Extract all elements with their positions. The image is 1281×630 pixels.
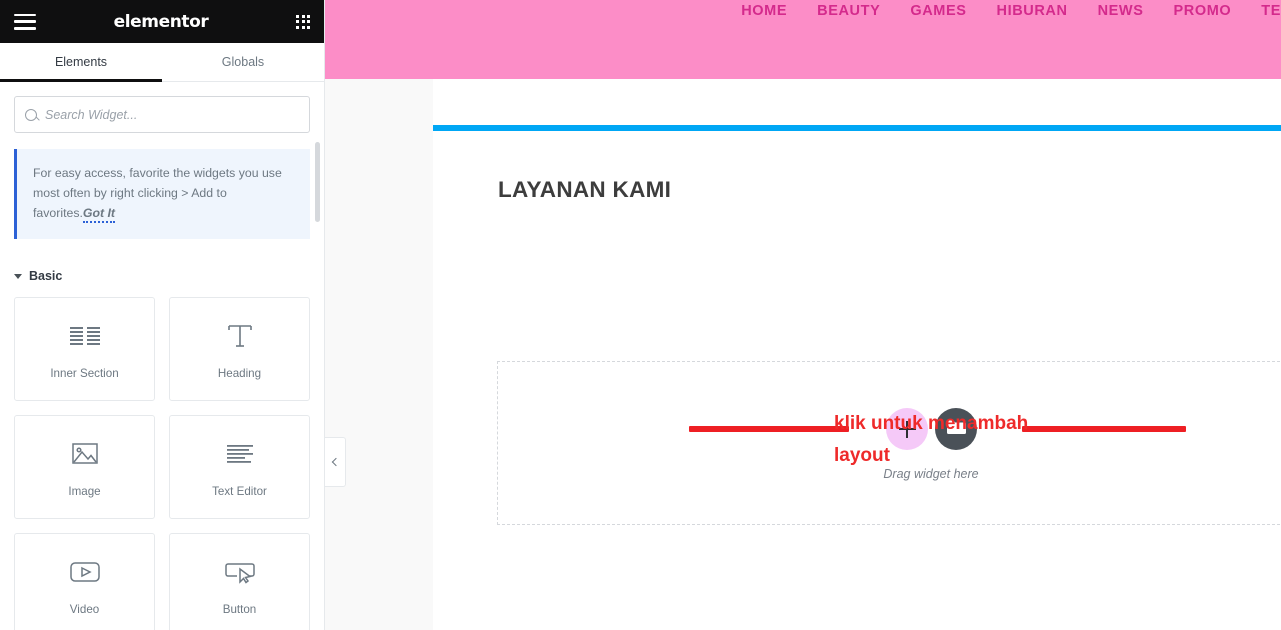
search-input[interactable] <box>45 107 299 122</box>
site-navigation-bar: HOME BEAUTY GAMES HIBURAN NEWS PROMO TE <box>325 0 1281 79</box>
got-it-link[interactable]: Got It <box>82 206 115 223</box>
widget-text-editor[interactable]: Text Editor <box>169 415 310 519</box>
tab-globals[interactable]: Globals <box>162 43 324 81</box>
page-preview: HOME BEAUTY GAMES HIBURAN NEWS PROMO TE … <box>325 0 1281 630</box>
grid-apps-icon[interactable] <box>296 14 310 29</box>
accent-bar <box>433 125 1281 131</box>
category-basic-label: Basic <box>29 269 63 283</box>
widget-label: Heading <box>217 366 262 380</box>
button-cursor-icon <box>221 555 259 589</box>
page-title: LAYANAN KAMI <box>498 177 672 202</box>
annotation-arrow-left <box>689 426 849 432</box>
nav-item-games[interactable]: GAMES <box>910 3 966 19</box>
annotation-arrow-right <box>1022 426 1186 432</box>
panel-collapse-handle[interactable] <box>325 437 346 487</box>
nav-item-beauty[interactable]: BEAUTY <box>817 3 880 19</box>
nav-item-te[interactable]: TE <box>1261 3 1281 19</box>
play-rectangle-icon <box>66 555 104 589</box>
panel-scrollbar[interactable] <box>315 142 320 222</box>
elementor-logo-text: elementor <box>113 11 209 32</box>
tab-elements[interactable]: Elements <box>0 43 162 82</box>
panel-tabs: Elements Globals <box>0 43 324 82</box>
widget-label: Button <box>222 602 257 616</box>
widget-video[interactable]: Video <box>14 533 155 630</box>
widget-heading[interactable]: Heading <box>169 297 310 401</box>
tab-globals-label: Globals <box>221 55 265 69</box>
widget-label: Inner Section <box>50 366 119 380</box>
picture-icon <box>66 437 104 471</box>
widget-inner-section[interactable]: Inner Section <box>14 297 155 401</box>
widget-button[interactable]: Button <box>169 533 310 630</box>
elementor-editor: elementor Elements Globals For ea <box>0 0 1281 630</box>
columns-icon <box>66 319 104 353</box>
nav-item-home[interactable]: HOME <box>741 3 787 19</box>
caret-down-icon <box>14 273 22 279</box>
elementor-panel: elementor Elements Globals For ea <box>0 0 325 630</box>
nav-item-hiburan[interactable]: HIBURAN <box>997 3 1068 19</box>
panel-body: For easy access, favorite the widgets yo… <box>0 82 324 630</box>
tab-elements-label: Elements <box>54 55 108 69</box>
widget-image[interactable]: Image <box>14 415 155 519</box>
search-widget-box[interactable] <box>14 96 310 133</box>
widget-label: Text Editor <box>212 484 267 498</box>
search-icon <box>25 108 37 121</box>
letter-t-icon <box>221 319 259 353</box>
annotation-left-text: klik untuk menambah layout <box>834 413 1029 466</box>
widget-label: Image <box>68 484 101 498</box>
nav-item-promo[interactable]: PROMO <box>1173 3 1231 19</box>
page-canvas: LAYANAN KAMI Drag widget here <box>433 79 1281 630</box>
category-basic-toggle[interactable]: Basic <box>14 269 310 283</box>
nav-item-news[interactable]: NEWS <box>1098 3 1144 19</box>
panel-header: elementor <box>0 0 324 43</box>
widget-grid: Inner Section Heading Image Text Editor … <box>14 297 310 630</box>
favorites-notice-text: For easy access, favorite the widgets yo… <box>33 166 282 220</box>
chevron-left-icon <box>331 457 341 467</box>
favorites-notice: For easy access, favorite the widgets yo… <box>14 149 310 239</box>
widget-label: Video <box>69 602 100 616</box>
paragraph-lines-icon <box>221 437 259 471</box>
site-nav-list: HOME BEAUTY GAMES HIBURAN NEWS PROMO TE <box>741 3 1281 19</box>
